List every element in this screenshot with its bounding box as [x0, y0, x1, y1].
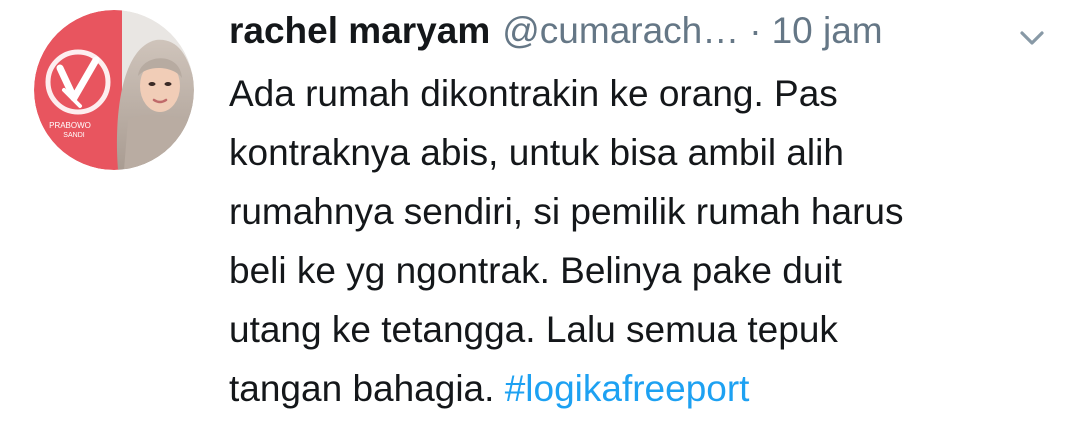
tweet-header: rachel maryam @cumarach… · 10 jam	[229, 6, 1049, 56]
tweet-text-segment: tangan bahagia.	[229, 368, 495, 409]
tweet-text: Ada rumah dikontrakin ke orang. Pas kont…	[229, 64, 1059, 418]
tweet-text-line: utang ke tetangga. Lalu semua tepuk	[229, 309, 838, 350]
avatar-image: PRABOWO SANDI	[34, 10, 194, 170]
tweet-text-line: kontraknya abis, untuk bisa ambil alih	[229, 132, 844, 173]
author-handle[interactable]: @cumarach…	[502, 10, 739, 52]
hashtag-link[interactable]: #logikafreeport	[505, 368, 750, 409]
avatar[interactable]: PRABOWO SANDI	[34, 10, 194, 170]
tweet: PRABOWO SANDI rachel maryam @cumarach… ·…	[0, 0, 1076, 440]
timestamp[interactable]: 10 jam	[772, 10, 883, 52]
logo-text-bottom: SANDI	[63, 132, 84, 139]
chevron-down-icon[interactable]	[1012, 23, 1052, 53]
tweet-text-line: Ada rumah dikontrakin ke orang. Pas	[229, 73, 838, 114]
tweet-text-line: rumahnya sendiri, si pemilik rumah harus	[229, 191, 904, 232]
tweet-text-line: beli ke yg ngontrak. Belinya pake duit	[229, 250, 842, 291]
tweet-content: rachel maryam @cumarach… · 10 jam Ada ru…	[229, 6, 1049, 418]
author-name[interactable]: rachel maryam	[229, 10, 490, 52]
tweet-text-line: tangan bahagia. #logikafreeport	[229, 359, 1059, 418]
logo-text-top: PRABOWO	[49, 121, 91, 130]
dot-separator: ·	[749, 10, 762, 51]
